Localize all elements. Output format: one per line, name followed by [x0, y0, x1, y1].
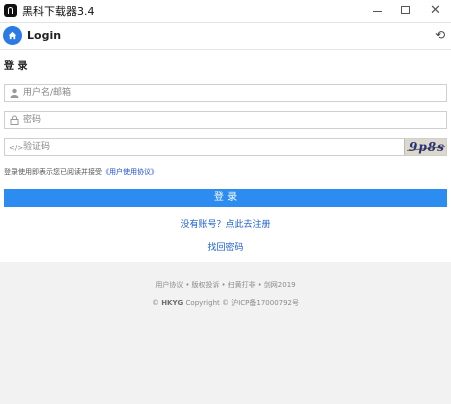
maximize-icon	[401, 6, 410, 14]
agreement-text: 登录使用即表示您已阅读并接受	[4, 168, 102, 176]
lock-icon	[9, 115, 19, 129]
footer-links: 用户协议 • 版权投诉 • 扫黄打非 • 剑网2019	[0, 280, 451, 290]
login-panel: 登 录 用户名/邮箱 密码 </> 验证码 9p8s 登录使用即表示您已阅读并接…	[0, 50, 451, 262]
window-title: 黑科下载器3.4	[22, 5, 95, 18]
home-button[interactable]	[3, 26, 22, 45]
password-placeholder: 密码	[23, 115, 42, 125]
footer-separator: •	[221, 281, 226, 289]
footer-link-anti-porn[interactable]: 扫黄打非	[228, 281, 256, 289]
footer-copyright: © HKYG Copyright © 沪ICP备17000792号	[0, 298, 451, 308]
user-agreement-link[interactable]: 《用户使用协议》	[102, 168, 158, 176]
forgot-password-link[interactable]: 找回密码	[0, 240, 451, 253]
footer-link-jianwang[interactable]: 剑网2019	[264, 281, 296, 289]
captcha-image[interactable]: 9p8s	[404, 139, 446, 155]
username-field[interactable]: 用户名/邮箱	[4, 84, 447, 102]
page-header: Login ⟲	[0, 23, 451, 50]
user-icon	[9, 88, 19, 102]
code-icon: </>	[9, 144, 24, 152]
close-icon: ✕	[430, 3, 441, 18]
footer-link-copyright-complaint[interactable]: 版权投诉	[192, 281, 220, 289]
footer-separator: •	[257, 281, 262, 289]
captcha-text: 9p8s	[409, 140, 445, 154]
footer-brand: HKYG	[161, 299, 184, 307]
login-button[interactable]: 登 录	[4, 189, 447, 207]
home-icon	[8, 31, 17, 40]
minimize-button[interactable]	[364, 0, 392, 22]
copyright-symbol: ©	[151, 299, 159, 307]
password-field[interactable]: 密码	[4, 111, 447, 129]
app-window: 黑科下载器3.4 ✕ Login ⟲ 登 录 用户名/邮箱 密码 </> 验证码…	[0, 0, 451, 404]
register-link[interactable]: 没有账号？点此去注册	[0, 217, 451, 230]
title-bar[interactable]: 黑科下载器3.4 ✕	[0, 0, 451, 23]
captcha-placeholder: 验证码	[23, 142, 51, 152]
captcha-field[interactable]: </> 验证码 9p8s	[4, 138, 447, 156]
minimize-icon	[373, 11, 382, 12]
close-button[interactable]: ✕	[420, 0, 451, 22]
maximize-button[interactable]	[392, 0, 420, 22]
refresh-icon[interactable]: ⟲	[433, 28, 447, 42]
page-title: Login	[27, 29, 62, 42]
footer-link-user-agreement[interactable]: 用户协议	[155, 281, 183, 289]
app-icon	[4, 4, 17, 17]
section-title: 登 录	[4, 61, 28, 72]
agreement-notice: 登录使用即表示您已阅读并接受《用户使用协议》	[4, 167, 158, 177]
copyright-text: Copyright © 沪ICP备17000792号	[185, 299, 300, 307]
footer-separator: •	[185, 281, 190, 289]
username-placeholder: 用户名/邮箱	[23, 88, 72, 98]
